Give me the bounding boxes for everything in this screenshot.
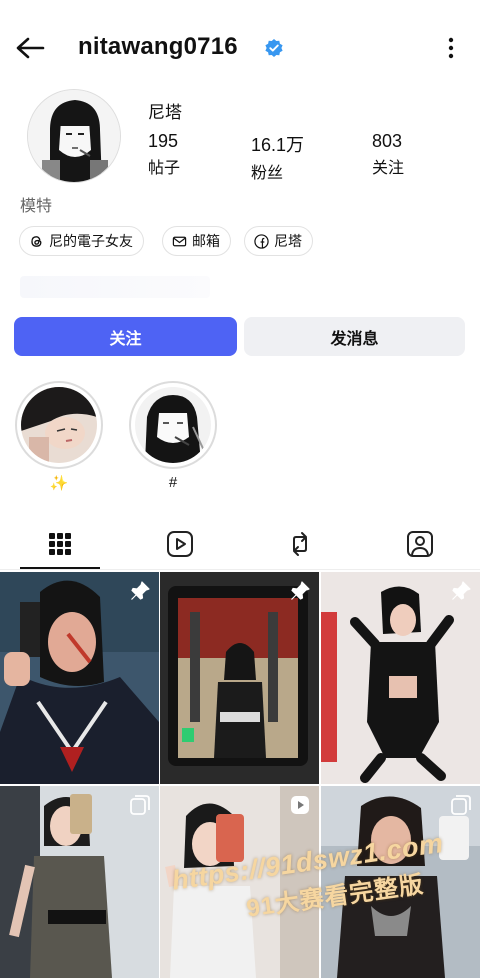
verified-badge-icon <box>265 39 283 57</box>
follow-button[interactable]: 关注 <box>14 317 237 356</box>
post-tile[interactable] <box>0 572 159 784</box>
threads-link-label: 尼的電子女友 <box>49 233 133 249</box>
highlight-cover-2 <box>135 387 211 463</box>
highlight-label-2: # <box>168 474 178 491</box>
tagged-icon <box>407 531 433 557</box>
profile-category: 模特 <box>20 198 53 215</box>
bio-placeholder <box>20 276 210 298</box>
message-button[interactable]: 发消息 <box>244 317 465 356</box>
threads-link-chip[interactable]: 尼的電子女友 <box>19 226 144 256</box>
following-label: 关注 <box>372 160 405 177</box>
facebook-link-label: 尼塔 <box>274 233 302 249</box>
back-arrow-icon[interactable] <box>12 30 48 66</box>
posts-count: 195 <box>148 131 179 151</box>
following-stat[interactable]: 803 关注 <box>372 131 404 178</box>
followers-count: 16.1万 <box>251 135 305 155</box>
following-count: 803 <box>372 131 403 151</box>
pin-icon <box>291 581 310 600</box>
pin-icon <box>452 581 471 600</box>
facebook-icon <box>254 233 269 249</box>
post-tile[interactable] <box>160 572 319 784</box>
email-link-chip[interactable]: 邮箱 <box>162 226 231 256</box>
highlight-cover-1 <box>21 387 97 463</box>
tab-tagged[interactable] <box>360 518 480 570</box>
threads-icon <box>31 235 42 247</box>
followers-stat[interactable]: 16.1万 粉丝 <box>251 131 304 183</box>
pin-icon <box>131 581 150 600</box>
repost-icon <box>293 532 307 556</box>
mail-icon <box>172 236 187 246</box>
followers-label: 粉丝 <box>251 165 284 182</box>
carousel-icon <box>451 795 471 815</box>
posts-stat[interactable]: 195 帖子 <box>148 131 180 178</box>
facebook-link-chip[interactable]: 尼塔 <box>244 226 313 256</box>
story-highlight-1[interactable] <box>15 381 103 469</box>
email-link-label: 邮箱 <box>192 233 220 249</box>
highlight-label-1: ✨ <box>49 475 69 492</box>
active-tab-indicator <box>20 567 100 569</box>
display-name: 尼塔 <box>148 103 182 122</box>
profile-tabs <box>0 518 480 570</box>
reels-icon <box>167 531 193 557</box>
tab-reels[interactable] <box>120 518 240 570</box>
tab-reposts[interactable] <box>240 518 360 570</box>
profile-avatar[interactable] <box>27 89 121 183</box>
more-options-icon[interactable] <box>436 30 466 66</box>
grid-icon <box>49 533 71 555</box>
story-highlight-2[interactable] <box>129 381 217 469</box>
tab-posts-grid[interactable] <box>0 518 120 570</box>
reel-icon <box>291 796 309 814</box>
profile-header: nitawang0716 <box>0 0 480 96</box>
posts-label: 帖子 <box>148 160 181 177</box>
username-title: nitawang0716 <box>78 33 238 60</box>
post-tile[interactable] <box>0 786 159 978</box>
carousel-icon <box>130 795 150 815</box>
post-tile[interactable] <box>321 572 480 784</box>
